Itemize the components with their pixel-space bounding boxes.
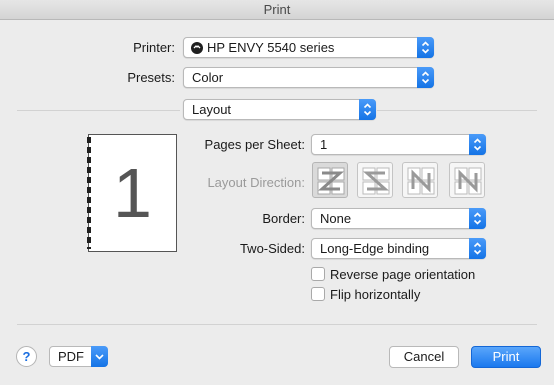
border-label: Border: <box>262 211 305 226</box>
help-button[interactable]: ? <box>16 346 37 367</box>
chevron-down-icon <box>91 346 108 367</box>
n-order-icon <box>407 167 435 195</box>
pdf-label: PDF <box>58 349 84 364</box>
pages-per-sheet-label: Pages per Sheet: <box>204 137 305 152</box>
reverse-orientation-label: Reverse page orientation <box>330 267 476 282</box>
layout-direction-reverse-n-button[interactable] <box>449 162 485 198</box>
page-preview-number: 1 <box>113 154 152 232</box>
chevron-updown-icon <box>417 67 434 88</box>
section-popup[interactable]: Layout <box>183 99 376 120</box>
reverse-orientation-checkbox[interactable] <box>311 267 325 281</box>
reverse-n-order-icon <box>454 167 482 195</box>
window-title: Print <box>0 0 554 20</box>
presets-value: Color <box>192 70 224 85</box>
chevron-updown-icon <box>469 134 486 155</box>
layout-direction-z-button[interactable] <box>312 162 348 198</box>
pages-per-sheet-value: 1 <box>320 137 328 152</box>
chevron-updown-icon <box>417 37 434 58</box>
z-order-icon <box>317 167 345 195</box>
border-value: None <box>320 211 352 226</box>
section-value: Layout <box>192 102 232 117</box>
separator-right <box>377 110 537 111</box>
printer-status-icon <box>191 42 203 54</box>
printer-label: Printer: <box>133 40 175 55</box>
printer-popup[interactable]: HP ENVY 5540 series <box>183 37 434 58</box>
chevron-updown-icon <box>469 208 486 229</box>
two-sided-value: Long-Edge binding <box>320 241 430 256</box>
layout-direction-n-button[interactable] <box>402 162 438 198</box>
print-button[interactable]: Print <box>471 346 541 368</box>
chevron-updown-icon <box>359 99 376 120</box>
page-preview: 1 <box>87 134 177 252</box>
pages-per-sheet-popup[interactable]: 1 <box>311 134 486 155</box>
reverse-s-order-icon <box>362 167 390 195</box>
layout-direction-label: Layout Direction: <box>207 175 305 190</box>
separator-left <box>17 110 180 111</box>
printer-value: HP ENVY 5540 series <box>207 40 335 55</box>
layout-direction-s-button[interactable] <box>357 162 393 198</box>
presets-label: Presets: <box>127 70 175 85</box>
chevron-updown-icon <box>469 238 486 259</box>
border-popup[interactable]: None <box>311 208 486 229</box>
two-sided-popup[interactable]: Long-Edge binding <box>311 238 486 259</box>
flip-horizontally-checkbox[interactable] <box>311 287 325 301</box>
cancel-button[interactable]: Cancel <box>389 346 459 368</box>
two-sided-label: Two-Sided: <box>239 241 305 256</box>
flip-horizontally-label: Flip horizontally <box>330 287 421 302</box>
footer-separator <box>17 324 537 325</box>
presets-popup[interactable]: Color <box>183 67 434 88</box>
pdf-menu-button[interactable]: PDF <box>49 346 108 367</box>
